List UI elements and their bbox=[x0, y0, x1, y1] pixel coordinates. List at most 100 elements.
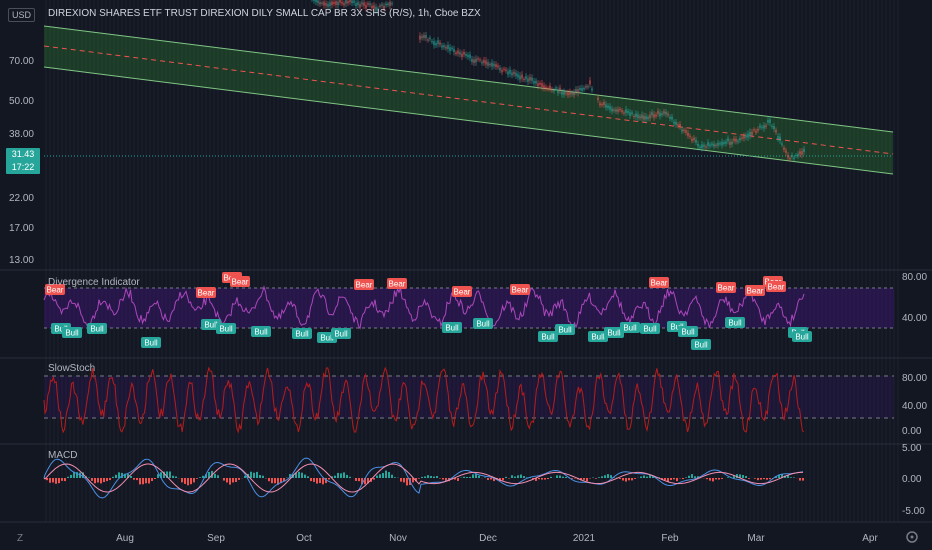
chart-canvas[interactable]: 70.00 50.00 38.00 22.00 17.00 13.00 Bear Bear Be… bbox=[0, 0, 932, 550]
candle-body bbox=[653, 114, 655, 118]
macd-histogram-bar bbox=[745, 476, 747, 478]
candle-body bbox=[441, 45, 443, 48]
macd-histogram-bar bbox=[217, 475, 219, 478]
candle-body bbox=[625, 109, 627, 113]
candle-body bbox=[657, 111, 659, 114]
candle-body bbox=[527, 78, 529, 82]
slowstoch-label[interactable]: SlowStoch bbox=[48, 363, 95, 374]
candle-body bbox=[655, 114, 657, 117]
candle-body bbox=[619, 108, 621, 111]
currency-badge[interactable]: USD bbox=[8, 8, 36, 22]
candle-body bbox=[479, 59, 481, 61]
bull-signal: Bull bbox=[141, 337, 161, 348]
candle-body bbox=[507, 71, 509, 75]
candle-body bbox=[483, 59, 485, 63]
bull-signal: Bull bbox=[620, 322, 640, 333]
bear-signal: Bear bbox=[354, 279, 374, 290]
macd-histogram-bar bbox=[712, 478, 714, 482]
macd-histogram-bar bbox=[643, 475, 645, 478]
macd-histogram-bar bbox=[145, 478, 147, 484]
candle-body bbox=[367, 3, 369, 5]
candle-body bbox=[515, 72, 517, 76]
signal-text: Bear bbox=[512, 286, 529, 295]
macd-histogram-bar bbox=[718, 478, 720, 480]
candle-body bbox=[747, 133, 749, 138]
macd-histogram-bar bbox=[109, 478, 111, 481]
macd-histogram-bar bbox=[514, 476, 516, 478]
bear-signal: Bear bbox=[196, 287, 216, 298]
candle-body bbox=[609, 106, 611, 110]
candle-body bbox=[347, 1, 349, 4]
macd-histogram-bar bbox=[181, 478, 183, 483]
candle-body bbox=[575, 89, 577, 93]
macd-histogram-bar bbox=[229, 478, 231, 485]
macd-histogram-bar bbox=[802, 478, 804, 481]
candle-body bbox=[647, 117, 649, 119]
candle-body bbox=[521, 74, 523, 79]
zoom-icon[interactable]: Z bbox=[17, 533, 23, 544]
divergence-indicator-label[interactable]: Divergence Indicator bbox=[48, 277, 140, 288]
candle-body bbox=[317, 0, 319, 4]
candle-body bbox=[585, 86, 587, 88]
macd-histogram-bar bbox=[130, 475, 132, 478]
candle-body bbox=[449, 47, 451, 52]
candle-body bbox=[535, 80, 537, 84]
macd-histogram-bar bbox=[172, 475, 174, 478]
candle-body bbox=[607, 105, 609, 108]
candle-body bbox=[353, 0, 355, 3]
macd-histogram-bar bbox=[472, 474, 474, 478]
macd-histogram-bar bbox=[793, 477, 795, 478]
macd-histogram-bar bbox=[238, 478, 240, 480]
candle-body bbox=[463, 51, 465, 55]
macd-histogram-bar bbox=[256, 471, 258, 478]
macd-histogram-bar bbox=[253, 472, 255, 478]
candle-body bbox=[519, 75, 521, 80]
macd-histogram-bar bbox=[691, 474, 693, 478]
candle-body bbox=[705, 146, 707, 148]
macd-label[interactable]: MACD bbox=[48, 450, 77, 461]
macd-histogram-bar bbox=[544, 478, 546, 480]
macd-histogram-bar bbox=[487, 478, 489, 480]
candle-body bbox=[783, 147, 785, 150]
signal-text: Bull bbox=[591, 333, 605, 342]
macd-histogram-bar bbox=[565, 476, 567, 478]
macd-histogram-bar bbox=[313, 478, 315, 482]
candle-body bbox=[727, 138, 729, 142]
macd-histogram-bar bbox=[271, 478, 273, 484]
macd-histogram-bar bbox=[760, 478, 762, 480]
macd-histogram-bar bbox=[199, 477, 201, 478]
candle-body bbox=[799, 151, 801, 155]
macd-histogram-bar bbox=[274, 478, 276, 484]
macd-histogram-bar bbox=[550, 476, 552, 478]
candle-body bbox=[427, 39, 429, 41]
gear-icon[interactable] bbox=[906, 531, 918, 543]
macd-histogram-bar bbox=[358, 478, 360, 482]
macd-histogram-bar bbox=[628, 478, 630, 481]
signal-text: Bull bbox=[541, 333, 555, 342]
candle-body bbox=[549, 85, 551, 89]
macd-histogram-bar bbox=[586, 478, 588, 482]
candle-body bbox=[559, 87, 561, 91]
candle-body bbox=[757, 128, 759, 131]
candle-body bbox=[429, 37, 431, 40]
candle-body bbox=[591, 88, 593, 91]
candle-body bbox=[553, 89, 555, 92]
candle-body bbox=[639, 116, 641, 119]
candle-body bbox=[723, 142, 725, 144]
candle-body bbox=[737, 140, 739, 143]
signal-text: Bear bbox=[232, 278, 249, 287]
candle-body bbox=[565, 92, 567, 94]
macd-histogram-bar bbox=[382, 472, 384, 478]
macd-histogram-bar bbox=[268, 478, 270, 482]
macd-histogram-bar bbox=[436, 475, 438, 478]
candle-body bbox=[629, 112, 631, 116]
macd-histogram-bar bbox=[664, 478, 666, 481]
bull-signal: Bull bbox=[792, 331, 812, 342]
macd-histogram-bar bbox=[799, 478, 801, 481]
macd-histogram-bar bbox=[400, 478, 402, 482]
macd-histogram-bar bbox=[727, 477, 729, 478]
macd-histogram-bar bbox=[685, 477, 687, 478]
bull-signal: Bull bbox=[473, 318, 493, 329]
candle-body bbox=[355, 3, 357, 7]
candle-body bbox=[391, 3, 393, 5]
